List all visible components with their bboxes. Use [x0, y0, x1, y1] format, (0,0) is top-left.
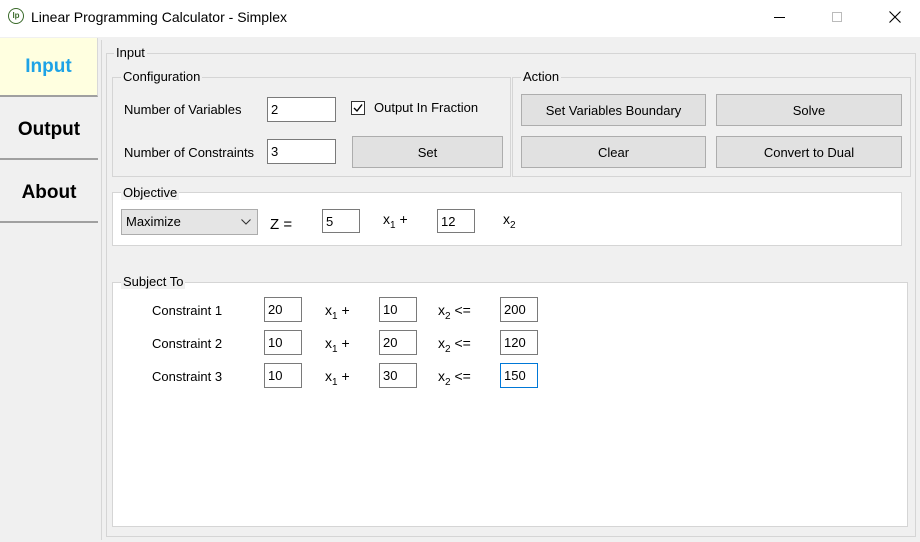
objective-var-x1: x1 +	[383, 211, 408, 231]
num-constraints-input[interactable]	[267, 139, 336, 164]
close-button[interactable]	[872, 0, 918, 34]
subject-to-label: Subject To	[121, 274, 186, 289]
constraint-1-coef-x1[interactable]	[264, 297, 302, 322]
output-fraction-label: Output In Fraction	[374, 100, 479, 115]
configuration-label: Configuration	[121, 69, 203, 84]
constraint-3-rhs[interactable]	[500, 363, 538, 388]
constraint-2-rhs[interactable]	[500, 330, 538, 355]
minimize-button[interactable]	[756, 0, 802, 34]
minimize-icon	[773, 16, 785, 18]
constraint-var-x1: x1 +	[325, 368, 350, 388]
checkmark-icon	[353, 104, 363, 113]
objective-goal-select[interactable]: Maximize	[121, 209, 258, 235]
constraint-3-coef-x1[interactable]	[264, 363, 302, 388]
num-variables-label: Number of Variables	[124, 102, 242, 117]
constraint-1-rhs[interactable]	[500, 297, 538, 322]
objective-goal-value: Maximize	[126, 214, 181, 229]
close-icon	[889, 11, 901, 23]
constraint-label: Constraint 2	[152, 336, 223, 351]
action-label: Action	[521, 69, 562, 84]
objective-coef-x1[interactable]	[322, 209, 360, 233]
num-variables-input[interactable]	[267, 97, 336, 122]
constraint-2-coef-x2[interactable]	[379, 330, 417, 355]
input-panel: Input Configuration Number of Variables …	[101, 40, 920, 540]
z-label: Z =	[270, 216, 293, 233]
constraint-label: Constraint 3	[152, 369, 223, 384]
solve-button[interactable]: Solve	[716, 94, 902, 126]
num-constraints-label: Number of Constraints	[124, 145, 255, 160]
set-variables-boundary-button[interactable]: Set Variables Boundary	[521, 94, 706, 126]
constraint-var-x2: x2 <=	[438, 335, 471, 355]
constraint-2-coef-x1[interactable]	[264, 330, 302, 355]
constraint-var-x1: x1 +	[325, 335, 350, 355]
clear-button[interactable]: Clear	[521, 136, 706, 168]
objective-coef-x2[interactable]	[437, 209, 475, 233]
tab-output[interactable]: Output	[0, 101, 98, 160]
constraint-var-x1: x1 +	[325, 302, 350, 322]
set-button[interactable]: Set	[352, 136, 503, 168]
objective-var-x2: x2	[503, 211, 516, 231]
constraint-var-x2: x2 <=	[438, 302, 471, 322]
chevron-down-icon	[241, 219, 251, 225]
objective-label: Objective	[121, 185, 180, 200]
constraint-label: Constraint 1	[152, 303, 223, 318]
maximize-button[interactable]	[814, 0, 860, 34]
input-group-label: Input	[114, 45, 147, 60]
window-title: Linear Programming Calculator - Simplex	[31, 9, 287, 25]
convert-to-dual-button[interactable]: Convert to Dual	[716, 136, 902, 168]
output-fraction-checkbox[interactable]	[351, 101, 365, 115]
title-bar: lp Linear Programming Calculator - Simpl…	[0, 0, 920, 36]
constraint-var-x2: x2 <=	[438, 368, 471, 388]
app-icon: lp	[8, 8, 24, 24]
maximize-icon	[832, 12, 842, 22]
tab-about[interactable]: About	[0, 164, 98, 223]
constraint-1-coef-x2[interactable]	[379, 297, 417, 322]
constraint-3-coef-x2[interactable]	[379, 363, 417, 388]
tab-input[interactable]: Input	[0, 38, 98, 97]
